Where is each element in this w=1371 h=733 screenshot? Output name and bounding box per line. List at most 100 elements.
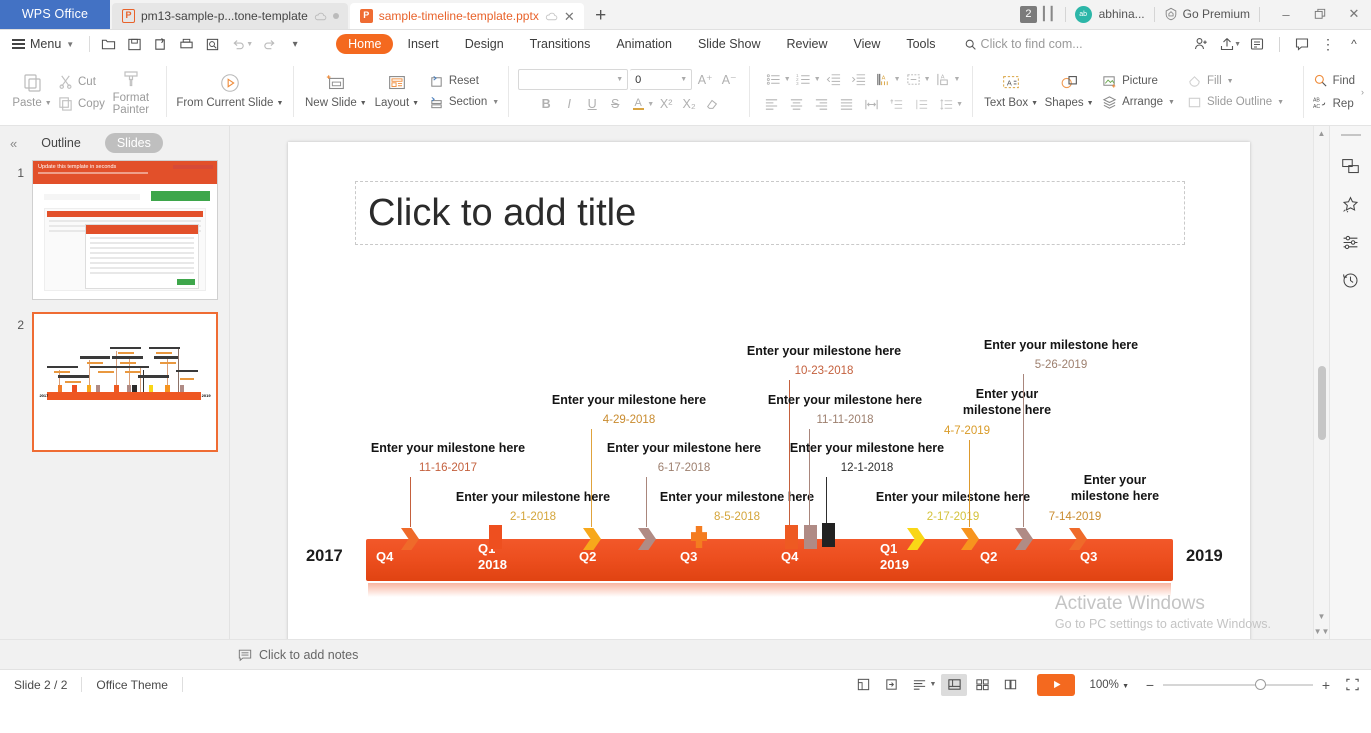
close-button[interactable]: ✕ bbox=[1337, 0, 1371, 29]
fit-slide-icon[interactable] bbox=[851, 674, 877, 696]
increase-indent-icon[interactable] bbox=[847, 69, 871, 89]
reset-button[interactable]: Reset bbox=[429, 74, 499, 89]
zoom-slider-knob[interactable] bbox=[1255, 679, 1266, 690]
slide-thumbnail-2[interactable]: 2017 2019 bbox=[32, 312, 218, 452]
subscript-button[interactable]: X₂ bbox=[678, 94, 700, 114]
align-text-dropdown-icon[interactable]: ▼ bbox=[924, 76, 931, 83]
milestone-label[interactable]: Enter your milestone here bbox=[667, 440, 1067, 456]
document-count-badge[interactable]: 2 bbox=[1020, 6, 1037, 23]
convert-smartart-icon[interactable]: A bbox=[932, 69, 956, 89]
copy-button[interactable]: Copy bbox=[58, 96, 105, 111]
slide-editor[interactable]: Click to add title 2017 2019 Q4 Q12018 Q… bbox=[230, 126, 1329, 639]
fill-button[interactable]: Fill ▼ bbox=[1187, 74, 1284, 89]
slide-outline-button[interactable]: Slide Outline ▼ bbox=[1187, 95, 1284, 110]
presenter-view-icon[interactable] bbox=[879, 674, 905, 696]
scroll-down-icon[interactable]: ▼ bbox=[1314, 609, 1329, 624]
align-center-icon[interactable] bbox=[784, 94, 808, 114]
save-as-icon[interactable] bbox=[147, 32, 173, 56]
minimize-button[interactable]: – bbox=[1269, 0, 1303, 29]
reading-view-icon[interactable] bbox=[997, 674, 1023, 696]
slide-canvas[interactable]: Click to add title 2017 2019 Q4 Q12018 Q… bbox=[288, 142, 1250, 639]
bullet-dropdown-icon[interactable]: ▼ bbox=[784, 76, 791, 83]
tab-review[interactable]: Review bbox=[774, 34, 839, 54]
format-painter-button[interactable]: FormatPainter bbox=[105, 67, 157, 116]
line-spacing-icon[interactable] bbox=[934, 94, 958, 114]
milestone-marker[interactable] bbox=[822, 523, 835, 547]
tab-animation[interactable]: Animation bbox=[604, 34, 684, 54]
save-icon[interactable] bbox=[121, 32, 147, 56]
zoom-out-button[interactable]: − bbox=[1139, 677, 1161, 693]
align-right-icon[interactable] bbox=[809, 94, 833, 114]
tab-transitions[interactable]: Transitions bbox=[518, 34, 603, 54]
slide-sorter-icon[interactable] bbox=[969, 674, 995, 696]
tab-insert[interactable]: Insert bbox=[395, 34, 450, 54]
font-name-input[interactable]: ▼ bbox=[518, 69, 628, 90]
view-dropdown-icon[interactable]: ▼ bbox=[930, 681, 937, 688]
document-tab-1[interactable]: P pm13-sample-p...tone-template bbox=[112, 3, 348, 29]
zoom-in-button[interactable]: + bbox=[1315, 677, 1337, 693]
undo-dropdown-icon[interactable]: ▼ bbox=[246, 41, 253, 48]
next-slide-icon[interactable]: ▼▼ bbox=[1314, 624, 1329, 639]
shape-format-icon[interactable] bbox=[1338, 154, 1364, 178]
search-command-box[interactable]: Click to find com... bbox=[964, 37, 1083, 51]
tab-view[interactable]: View bbox=[841, 34, 892, 54]
go-premium-label[interactable]: Go Premium bbox=[1183, 7, 1250, 21]
superscript-button[interactable]: X² bbox=[655, 94, 677, 114]
open-folder-icon[interactable] bbox=[95, 32, 121, 56]
share-user-icon[interactable] bbox=[1188, 32, 1214, 56]
bullet-list-icon[interactable] bbox=[762, 69, 786, 89]
redo-icon[interactable] bbox=[256, 32, 282, 56]
notes-pane[interactable]: Click to add notes bbox=[0, 639, 1371, 669]
text-direction-dropdown-icon[interactable]: ▼ bbox=[894, 76, 901, 83]
align-top-icon[interactable] bbox=[884, 94, 908, 114]
replace-button[interactable]: ABAC Rep bbox=[1313, 96, 1355, 111]
italic-button[interactable]: I bbox=[558, 94, 580, 114]
grow-font-icon[interactable]: A⁺ bbox=[694, 70, 716, 90]
maximize-button[interactable] bbox=[1303, 0, 1337, 29]
milestone-label[interactable]: Enter your milestone here bbox=[861, 337, 1261, 353]
section-button[interactable]: Section ▼ bbox=[429, 95, 499, 110]
slide-thumbnail-1[interactable]: Update this template in seconds bbox=[32, 160, 218, 300]
tab-design[interactable]: Design bbox=[453, 34, 516, 54]
text-box-button[interactable]: A Text Box▼ bbox=[982, 72, 1040, 110]
ribbon-overflow-icon[interactable]: › bbox=[1361, 58, 1371, 126]
share-dropdown-icon[interactable]: ▼ bbox=[1234, 41, 1241, 48]
justify-icon[interactable] bbox=[834, 94, 858, 114]
comment-icon[interactable] bbox=[1289, 32, 1315, 56]
underline-button[interactable]: U bbox=[581, 94, 603, 114]
text-direction-icon[interactable]: A bbox=[872, 69, 896, 89]
milestone-label[interactable]: Enter your milestone here bbox=[947, 386, 1067, 419]
zoom-level-label[interactable]: 100% ▼ bbox=[1089, 679, 1129, 691]
collapse-ribbon-icon[interactable]: ^ bbox=[1341, 32, 1367, 56]
align-left-icon[interactable] bbox=[759, 94, 783, 114]
user-name-label[interactable]: abhina... bbox=[1099, 7, 1145, 21]
smartart-dropdown-icon[interactable]: ▼ bbox=[954, 76, 961, 83]
font-color-dropdown-icon[interactable]: ▼ bbox=[647, 101, 654, 108]
new-tab-button[interactable]: + bbox=[584, 3, 618, 29]
layout-button[interactable]: Layout▼ bbox=[369, 72, 425, 110]
numbered-list-icon[interactable]: 123 bbox=[792, 69, 816, 89]
font-size-input[interactable]: 0 ▼ bbox=[630, 69, 692, 90]
tab-list-icon[interactable]: ┃┃ bbox=[1040, 6, 1056, 22]
tab-tools[interactable]: Tools bbox=[894, 34, 947, 54]
tab-slides[interactable]: Slides bbox=[105, 133, 163, 153]
print-preview-icon[interactable] bbox=[199, 32, 225, 56]
new-slide-button[interactable]: New Slide▼ bbox=[303, 72, 369, 110]
customize-qat-icon[interactable]: ▾ bbox=[282, 32, 308, 56]
strikethrough-button[interactable]: S bbox=[604, 94, 626, 114]
arrange-button[interactable]: Arrange ▼ bbox=[1102, 95, 1175, 110]
theme-name[interactable]: Office Theme bbox=[82, 678, 182, 692]
numbered-dropdown-icon[interactable]: ▼ bbox=[814, 76, 821, 83]
align-text-icon[interactable] bbox=[902, 69, 926, 89]
menu-button[interactable]: Menu ▼ bbox=[0, 36, 84, 51]
history-icon[interactable] bbox=[1338, 268, 1364, 292]
scroll-up-icon[interactable]: ▲ bbox=[1314, 126, 1329, 141]
decrease-indent-icon[interactable] bbox=[822, 69, 846, 89]
pane-handle-icon[interactable] bbox=[1341, 134, 1361, 136]
milestone-marker[interactable] bbox=[804, 525, 817, 549]
clear-formatting-icon[interactable] bbox=[701, 94, 723, 114]
find-button[interactable]: Find bbox=[1313, 73, 1355, 88]
collapse-panel-icon[interactable]: « bbox=[10, 136, 17, 151]
avatar[interactable]: ab bbox=[1075, 6, 1092, 23]
picture-button[interactable]: Picture bbox=[1102, 74, 1175, 89]
